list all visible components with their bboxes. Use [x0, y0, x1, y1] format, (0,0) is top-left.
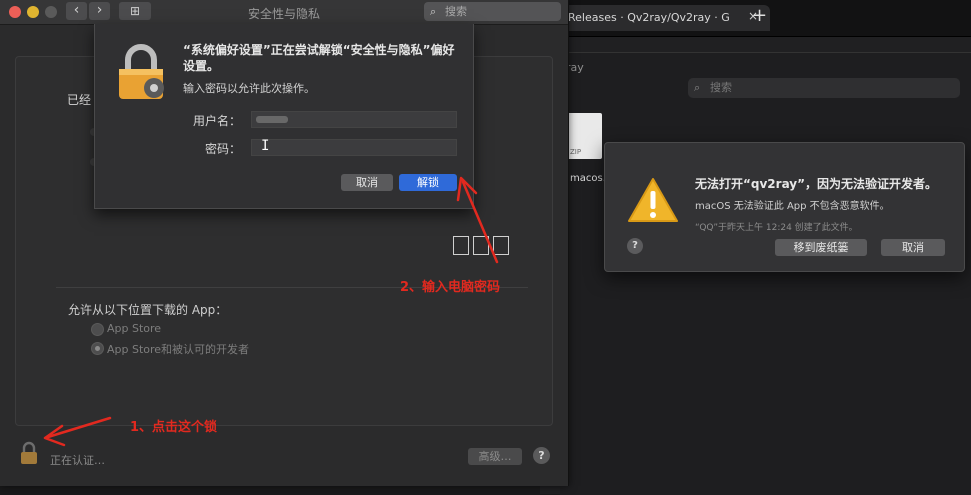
new-tab-icon[interactable]: +	[752, 5, 767, 26]
warning-cancel-button[interactable]: 取消	[881, 239, 945, 256]
password-field[interactable]	[251, 139, 457, 156]
already-label: 已经	[67, 93, 92, 107]
finder-search-input[interactable]: ⌕ 搜索	[688, 78, 960, 98]
move-to-trash-button[interactable]: 移到废纸篓	[775, 239, 867, 256]
cannot-open-dialog: 无法打开“qv2ray”，因为无法验证开发者。 macOS 无法验证此 App …	[604, 142, 965, 272]
finder-search-placeholder: 搜索	[710, 81, 732, 94]
text-cursor-icon: I	[261, 138, 270, 154]
radio-app-store-identified[interactable]	[91, 342, 104, 355]
auth-subtitle: 输入密码以允许此次操作。	[183, 82, 315, 95]
username-value-blurred	[256, 116, 288, 123]
help-button[interactable]: ?	[533, 447, 550, 464]
warning-body: macOS 无法验证此 App 不包含恶意软件。	[695, 201, 890, 212]
lock-icon[interactable]	[20, 441, 38, 465]
browser-tab-bar: Releases · Qv2ray/Qv2ray · G × +	[540, 0, 971, 37]
help-button[interactable]: ?	[627, 238, 643, 254]
radio-app-store[interactable]	[91, 323, 104, 336]
auth-message: “系统偏好设置”正在尝试解锁“安全性与隐私”偏好设置。	[183, 43, 455, 73]
lock-gear-icon	[119, 44, 164, 99]
advanced-button[interactable]: 高级…	[468, 448, 522, 465]
auth-status-text: 正在认证…	[50, 454, 105, 467]
radio-label-app-store: App Store	[107, 322, 162, 335]
search-icon: ⌕	[430, 5, 437, 18]
annotation-step-2: 2、输入电脑密码	[400, 280, 501, 295]
search-icon: ⌕	[694, 81, 701, 94]
prefs-search-placeholder: 搜索	[445, 5, 467, 18]
cancel-button[interactable]: 取消	[341, 174, 393, 191]
finder-window: ray ⌕ 搜索 ZIP macos.	[560, 52, 971, 495]
file-name[interactable]: macos.	[570, 173, 606, 184]
browser-tab-title: Releases · Qv2ray/Qv2ray · G	[568, 11, 730, 24]
browser-tab[interactable]: Releases · Qv2ray/Qv2ray · G	[560, 5, 770, 31]
placeholder-boxes	[453, 236, 513, 259]
title-bar: ‹ › ⊞ 安全性与隐私 ⌕ 搜索	[0, 0, 568, 25]
password-label: 密码：	[204, 142, 241, 156]
unlock-button[interactable]: 解锁	[399, 174, 457, 191]
radio-label-app-store-identified: App Store和被认可的开发者	[107, 343, 250, 356]
zip-label: ZIP	[570, 148, 582, 156]
username-field[interactable]	[251, 111, 457, 128]
warning-title: 无法打开“qv2ray”，因为无法验证开发者。	[695, 177, 938, 191]
auth-dialog: “系统偏好设置”正在尝试解锁“安全性与隐私”偏好设置。 输入密码以允许此次操作。…	[94, 24, 474, 209]
annotation-step-1: 1、点击这个锁	[130, 420, 218, 435]
warning-note: “QQ”于昨天上午 12:24 创建了此文件。	[695, 223, 858, 233]
zip-file-icon[interactable]: ZIP	[566, 113, 602, 159]
allow-apps-label: 允许从以下位置下载的 App：	[68, 303, 228, 317]
prefs-search-input[interactable]: ⌕ 搜索	[424, 2, 561, 21]
username-label: 用户名：	[192, 114, 241, 128]
warning-icon	[628, 178, 678, 222]
